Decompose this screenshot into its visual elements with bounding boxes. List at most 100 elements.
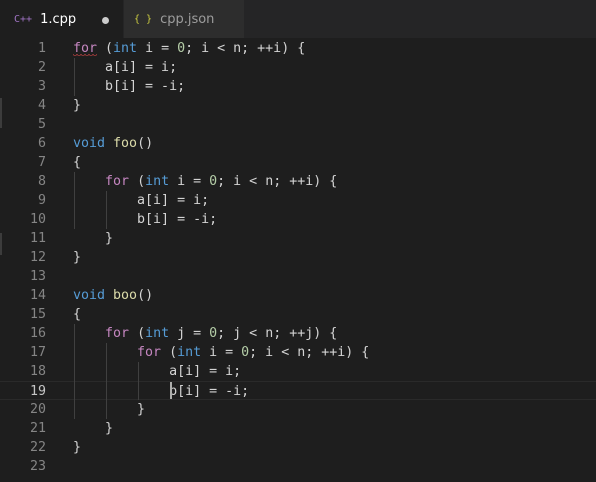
line-code: for (int i = 0; i < n; ++i) { xyxy=(73,39,305,58)
code-line[interactable]: 20 } xyxy=(0,400,596,419)
code-token: } xyxy=(73,98,82,113)
code-line[interactable]: 2 a[i] = i; xyxy=(0,58,596,77)
code-line[interactable]: 11 } xyxy=(0,229,596,248)
cpp-file-icon: C++ xyxy=(14,13,33,25)
code-token: 0 xyxy=(241,345,250,360)
line-number: 8 xyxy=(37,174,46,189)
line-number: 17 xyxy=(29,345,46,360)
code-token: void xyxy=(73,288,106,303)
code-line[interactable]: 4} xyxy=(0,96,596,115)
code-token: 0 xyxy=(177,41,186,56)
code-line[interactable]: 16 for (int j = 0; j < n; ++j) { xyxy=(0,324,596,343)
code-token: a[i] = i; xyxy=(73,60,178,75)
code-line[interactable]: 6 void foo() xyxy=(0,134,596,153)
code-line[interactable]: 7{ xyxy=(0,153,596,172)
code-token: ; j < n; ++j) { xyxy=(217,326,338,341)
line-code: b[i] = -i; xyxy=(73,210,217,229)
code-token: ; i < n; ++i) { xyxy=(249,345,370,360)
line-code: a[i] = i; xyxy=(73,362,241,381)
code-editor[interactable]: 1 for (int i = 0; i < n; ++i) {2 a[i] = i… xyxy=(0,38,596,482)
line-number: 11 xyxy=(29,231,46,246)
code-line[interactable]: 12} xyxy=(0,248,596,267)
code-line[interactable]: 22} xyxy=(0,438,596,457)
line-code: void foo() xyxy=(73,134,153,153)
code-line[interactable]: 13 xyxy=(0,267,596,286)
code-token: for xyxy=(105,326,130,341)
code-line[interactable]: 10 b[i] = -i; xyxy=(0,210,596,229)
tab-cpp-json[interactable]: { } cpp.json xyxy=(124,0,244,38)
code-line[interactable]: 18 a[i] = i; xyxy=(0,362,596,381)
code-token: a[i] = i; xyxy=(73,193,210,208)
line-number: 1 xyxy=(37,41,46,56)
code-token: a[i] = i; xyxy=(73,364,242,379)
line-number: 23 xyxy=(29,459,46,474)
code-line[interactable]: 23 xyxy=(0,457,596,476)
line-number: 3 xyxy=(37,79,46,94)
code-line[interactable]: 21 } xyxy=(0,419,596,438)
line-code: } xyxy=(73,419,113,438)
code-line[interactable]: 15 { xyxy=(0,305,596,324)
line-number: 14 xyxy=(29,288,46,303)
code-line[interactable]: 19 b[i] = -i; xyxy=(0,381,596,400)
indent-guide xyxy=(138,362,139,400)
line-number: 13 xyxy=(29,269,46,284)
line-number: 12 xyxy=(29,250,46,265)
line-number: 7 xyxy=(37,155,46,170)
line-code: } xyxy=(73,229,113,248)
code-token: () xyxy=(137,136,154,151)
line-code: { xyxy=(73,153,81,172)
line-code: { xyxy=(73,305,81,324)
code-line[interactable]: 17 for (int i = 0; i < n; ++i) { xyxy=(0,343,596,362)
line-code: } xyxy=(73,96,81,115)
line-code: a[i] = i; xyxy=(73,191,209,210)
code-token: ( xyxy=(161,345,178,360)
code-line[interactable]: 5 xyxy=(0,115,596,134)
line-number: 22 xyxy=(29,440,46,455)
code-token: () xyxy=(137,288,154,303)
unsaved-dot-icon[interactable] xyxy=(102,17,109,24)
code-token: } xyxy=(73,250,82,265)
code-line[interactable]: 3 b[i] = -i; xyxy=(0,77,596,96)
code-token: { xyxy=(73,307,82,322)
indent-guide xyxy=(74,58,75,96)
code-token: int xyxy=(113,41,138,56)
code-line[interactable]: 9 a[i] = i; xyxy=(0,191,596,210)
code-token: b[i] = -i; xyxy=(73,384,250,399)
code-token: ( xyxy=(129,174,146,189)
code-line[interactable]: 14 void boo() xyxy=(0,286,596,305)
line-code: } xyxy=(73,438,81,457)
line-number: 19 xyxy=(29,384,46,399)
tab-label: 1.cpp xyxy=(40,11,77,27)
code-token: } xyxy=(73,402,146,417)
line-number: 10 xyxy=(29,212,46,227)
code-token: for xyxy=(105,174,130,189)
indent-guide xyxy=(74,172,75,229)
code-token: int xyxy=(145,174,170,189)
line-code: a[i] = i; xyxy=(73,58,177,77)
tab-1-cpp[interactable]: C++ 1.cpp xyxy=(0,0,123,38)
line-code: } xyxy=(73,248,81,267)
code-token: } xyxy=(73,231,114,246)
code-token: for xyxy=(137,345,162,360)
code-token: 0 xyxy=(209,326,218,341)
line-code: for (int i = 0; i < n; ++i) { xyxy=(73,172,337,191)
code-token: void xyxy=(73,136,106,151)
code-token: int xyxy=(145,326,170,341)
line-code: void boo() xyxy=(73,286,153,305)
line-number: 4 xyxy=(37,98,46,113)
line-number: 21 xyxy=(29,421,46,436)
line-number: 9 xyxy=(37,193,46,208)
code-token: ( xyxy=(129,326,146,341)
line-code: } xyxy=(73,400,145,419)
code-line[interactable]: 8 for (int i = 0; i < n; ++i) { xyxy=(0,172,596,191)
code-token: ; i < n; ++i) { xyxy=(185,41,306,56)
code-token: ( xyxy=(97,41,114,56)
line-code: for (int i = 0; i < n; ++i) { xyxy=(73,343,369,362)
line-number: 16 xyxy=(29,326,46,341)
code-token: i = xyxy=(169,174,210,189)
code-token: 0 xyxy=(209,174,218,189)
error-squiggle xyxy=(73,54,97,57)
tab-label: cpp.json xyxy=(160,11,215,27)
